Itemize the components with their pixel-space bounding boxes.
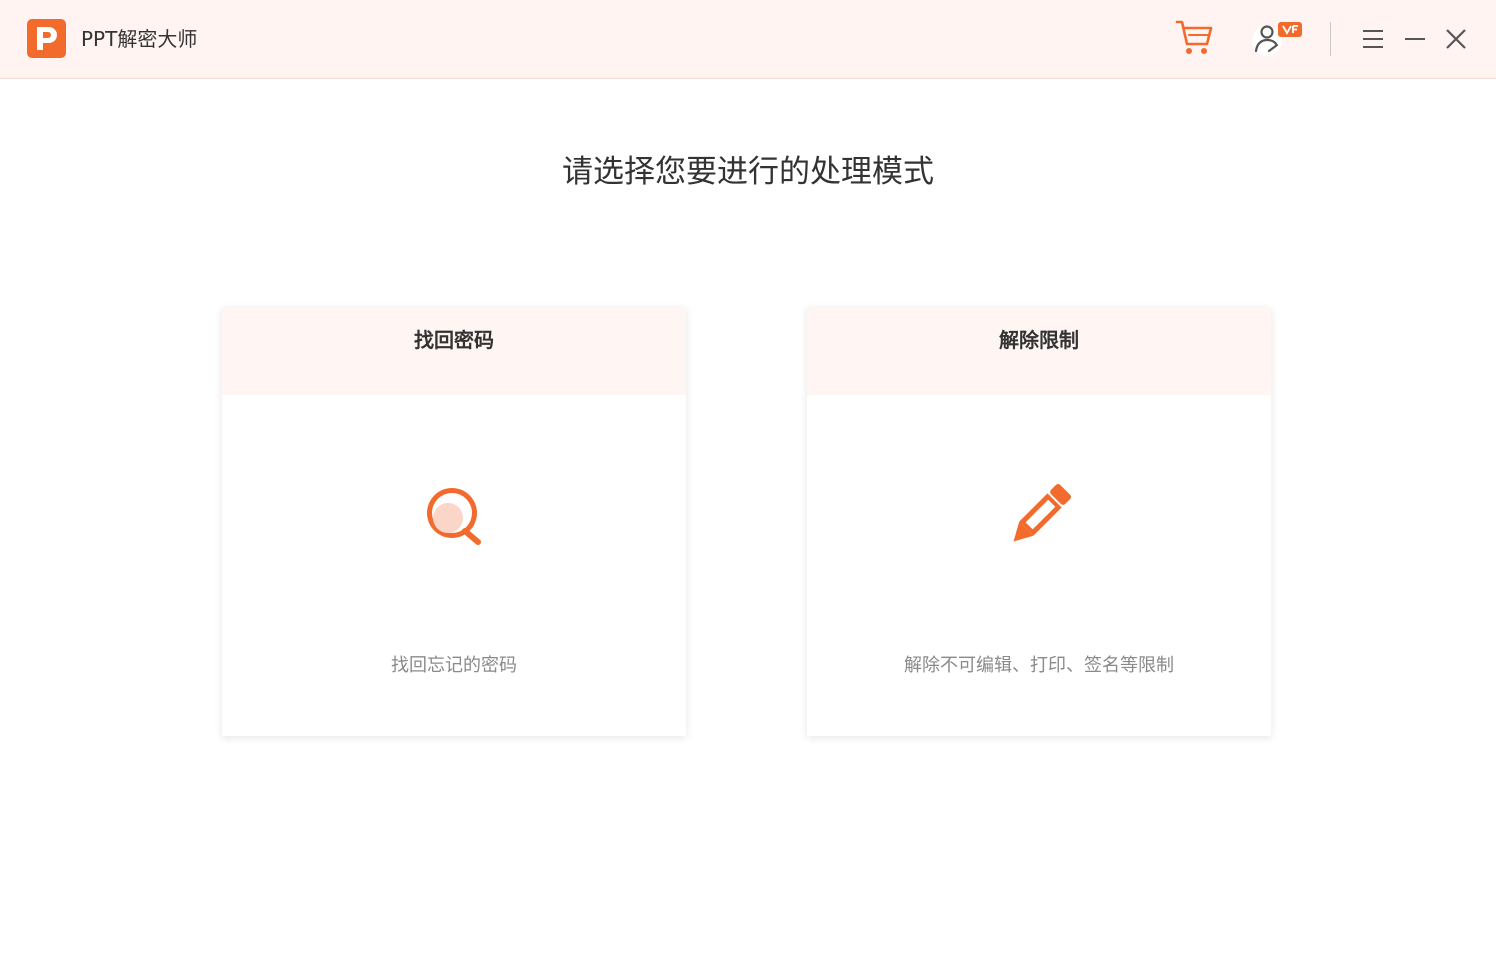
card-description: 解除不可编辑、打印、签名等限制 xyxy=(904,655,1174,676)
menu-icon[interactable] xyxy=(1361,28,1385,50)
app-title: PPT解密大师 xyxy=(81,27,198,51)
recover-password-card[interactable]: 找回密码 找回忘记的密码 xyxy=(222,307,686,736)
app-logo xyxy=(27,19,66,58)
card-header: 解除限制 xyxy=(807,307,1271,395)
close-icon[interactable] xyxy=(1444,27,1468,51)
card-title: 解除限制 xyxy=(999,328,1079,352)
pencil-icon xyxy=(1013,484,1071,542)
remove-restriction-card[interactable]: 解除限制 解除不可编辑、打印、签名等限制 xyxy=(807,307,1271,736)
title-bar: PPT解密大师 xyxy=(0,0,1496,79)
user-vip-icon[interactable] xyxy=(1247,18,1305,60)
card-description: 找回忘记的密码 xyxy=(391,655,517,676)
cart-icon[interactable] xyxy=(1174,18,1216,58)
card-title: 找回密码 xyxy=(414,328,494,352)
page-heading: 请选择您要进行的处理模式 xyxy=(562,154,934,190)
logo-p-icon xyxy=(37,27,57,50)
magnifier-icon xyxy=(427,488,481,545)
minimize-icon[interactable] xyxy=(1403,28,1427,50)
card-header: 找回密码 xyxy=(222,307,686,395)
titlebar-separator xyxy=(1330,22,1331,56)
